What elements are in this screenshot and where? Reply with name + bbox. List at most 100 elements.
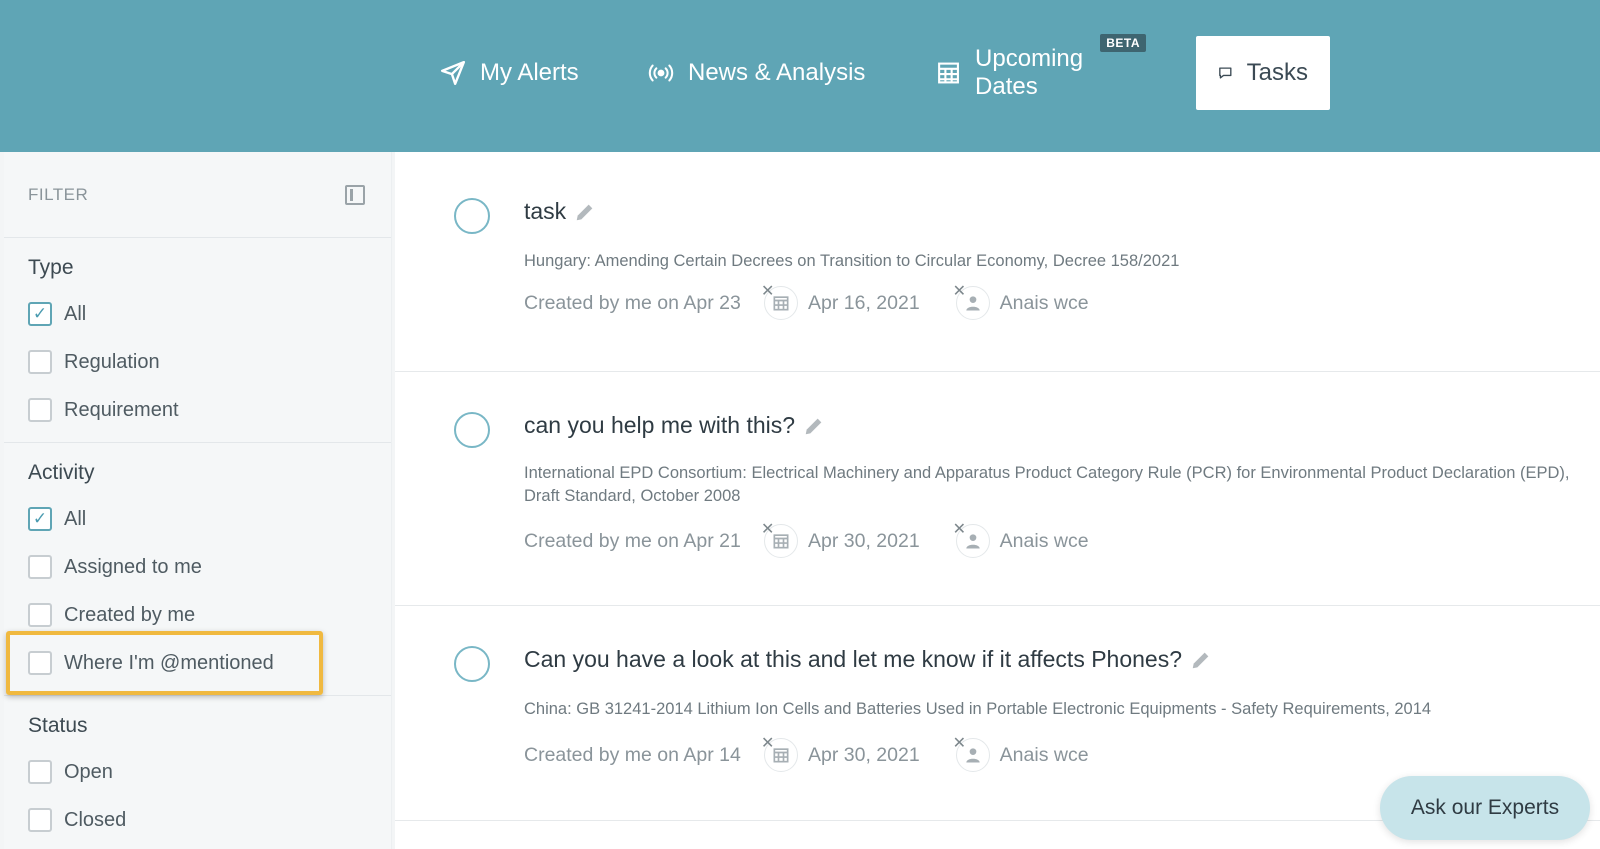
filter-type-regulation[interactable]: Regulation <box>28 338 367 386</box>
due-date-wrapper[interactable]: ✕ <box>761 283 798 320</box>
due-date-wrapper[interactable]: ✕ <box>761 521 798 558</box>
section-title: Type <box>28 256 74 279</box>
option-label: All <box>64 302 87 325</box>
nav-label: Upcoming Dates <box>975 45 1084 100</box>
task-title[interactable]: Can you have a look at this and let me k… <box>524 646 1212 673</box>
filter-activity-all[interactable]: ✓ All <box>28 495 367 543</box>
filter-section-status: Status Open Closed <box>4 696 391 849</box>
due-date-text: Apr 30, 2021 <box>808 743 920 766</box>
nav-upcoming-dates[interactable]: Upcoming Dates BETA <box>936 34 1146 110</box>
assignee-wrapper[interactable]: ✕ <box>953 283 990 320</box>
option-label: Created by me <box>64 603 196 626</box>
option-label: Assigned to me <box>64 555 202 578</box>
chat-icon <box>1219 67 1232 79</box>
option-label: Where I'm @mentioned <box>64 651 274 674</box>
ask-our-experts-button[interactable]: Ask our Experts <box>1380 776 1590 840</box>
checkbox[interactable] <box>28 651 52 675</box>
pencil-icon[interactable] <box>803 415 825 437</box>
nav-my-alerts[interactable]: My Alerts <box>440 36 579 110</box>
nav-label: Tasks <box>1246 59 1308 86</box>
filter-header: FILTER <box>4 152 391 238</box>
checkbox[interactable] <box>28 603 52 627</box>
task-description[interactable]: Hungary: Amending Certain Decrees on Tra… <box>524 250 1579 273</box>
task-description[interactable]: International EPD Consortium: Electrical… <box>524 462 1579 508</box>
task-item[interactable]: task Hungary: Amending Certain Decrees o… <box>395 152 1600 372</box>
task-title[interactable]: can you help me with this? <box>524 412 825 439</box>
assignee-wrapper[interactable]: ✕ <box>953 521 990 558</box>
filter-section-activity: Activity ✓ All Assigned to me Created by… <box>4 443 391 696</box>
task-complete-toggle[interactable] <box>454 198 490 234</box>
checkbox[interactable] <box>28 760 52 784</box>
task-meta: Created by me on Apr 14 ✕ Apr 30, 2021 ✕… <box>524 735 1089 772</box>
assignee-text: Anais wce <box>999 743 1089 766</box>
due-date-text: Apr 16, 2021 <box>808 291 920 314</box>
nav-label: News & Analysis <box>688 59 866 86</box>
task-title-text: can you help me with this? <box>524 412 796 438</box>
assignee-text: Anais wce <box>999 291 1089 314</box>
task-complete-toggle[interactable] <box>454 646 490 682</box>
remove-assignee-icon[interactable]: ✕ <box>953 519 966 539</box>
filter-title: FILTER <box>28 184 89 204</box>
filter-section-type: Type ✓ All Regulation Requirement <box>4 238 391 443</box>
task-complete-toggle[interactable] <box>454 412 490 448</box>
filter-sidebar: FILTER Type ✓ All Regulation Requirement… <box>4 152 392 849</box>
task-title-text: task <box>524 198 567 224</box>
task-due-date[interactable]: ✕ Apr 16, 2021 <box>761 283 920 320</box>
option-label: Requirement <box>64 398 179 421</box>
pencil-icon[interactable] <box>574 201 596 223</box>
option-label: All <box>64 507 87 530</box>
task-title-text: Can you have a look at this and let me k… <box>524 646 1183 672</box>
nav-tasks[interactable]: Tasks <box>1196 36 1330 110</box>
filter-type-requirement[interactable]: Requirement <box>28 386 367 434</box>
task-item[interactable]: can you help me with this? International… <box>395 372 1600 606</box>
checkbox[interactable] <box>28 398 52 422</box>
task-created: Created by me on Apr 14 <box>524 743 741 766</box>
nav-news-analysis[interactable]: News & Analysis <box>648 36 865 110</box>
remove-date-icon[interactable]: ✕ <box>761 281 774 301</box>
filter-status-open[interactable]: Open <box>28 748 367 796</box>
task-meta: Created by me on Apr 21 ✕ Apr 30, 2021 ✕… <box>524 521 1089 558</box>
filter-activity-created[interactable]: Created by me <box>28 591 367 639</box>
checkbox-checked[interactable]: ✓ <box>28 507 52 531</box>
calendar-grid-icon <box>938 62 959 84</box>
section-title: Activity <box>28 461 95 484</box>
due-date-text: Apr 30, 2021 <box>808 529 920 552</box>
option-label: Closed <box>64 808 127 831</box>
task-due-date[interactable]: ✕ Apr 30, 2021 <box>761 521 920 558</box>
due-date-wrapper[interactable]: ✕ <box>761 735 798 772</box>
top-navigation-bar: My Alerts News & Analysis Upcoming Dates… <box>0 0 1600 152</box>
checkbox[interactable] <box>28 808 52 832</box>
task-due-date[interactable]: ✕ Apr 30, 2021 <box>761 735 920 772</box>
filter-status-closed[interactable]: Closed <box>28 796 367 844</box>
task-list: task Hungary: Amending Certain Decrees o… <box>395 152 1600 849</box>
beta-badge: BETA <box>1100 34 1146 52</box>
collapse-sidebar-icon[interactable] <box>345 184 365 205</box>
task-meta: Created by me on Apr 23 ✕ Apr 16, 2021 ✕… <box>524 283 1089 320</box>
task-title[interactable]: task <box>524 198 596 225</box>
pencil-icon[interactable] <box>1190 649 1212 671</box>
nav-label: My Alerts <box>480 59 579 86</box>
filter-type-all[interactable]: ✓ All <box>28 290 367 338</box>
task-created: Created by me on Apr 21 <box>524 529 741 552</box>
paper-plane-icon <box>440 60 466 86</box>
task-assignee[interactable]: ✕ Anais wce <box>953 283 1089 320</box>
task-assignee[interactable]: ✕ Anais wce <box>953 735 1089 772</box>
filter-activity-assigned[interactable]: Assigned to me <box>28 543 367 591</box>
checkbox[interactable] <box>28 350 52 374</box>
remove-date-icon[interactable]: ✕ <box>761 733 774 753</box>
remove-assignee-icon[interactable]: ✕ <box>953 733 966 753</box>
broadcast-icon <box>648 64 674 82</box>
filter-activity-mentioned[interactable]: Where I'm @mentioned <box>28 639 367 687</box>
option-label: Open <box>64 760 113 783</box>
option-label: Regulation <box>64 350 160 373</box>
remove-date-icon[interactable]: ✕ <box>761 519 774 539</box>
task-created: Created by me on Apr 23 <box>524 291 741 314</box>
task-assignee[interactable]: ✕ Anais wce <box>953 521 1089 558</box>
remove-assignee-icon[interactable]: ✕ <box>953 281 966 301</box>
assignee-text: Anais wce <box>999 529 1089 552</box>
checkbox-checked[interactable]: ✓ <box>28 302 52 326</box>
checkbox[interactable] <box>28 555 52 579</box>
assignee-wrapper[interactable]: ✕ <box>953 735 990 772</box>
task-description[interactable]: China: GB 31241-2014 Lithium Ion Cells a… <box>524 698 1579 721</box>
section-title: Status <box>28 714 88 737</box>
